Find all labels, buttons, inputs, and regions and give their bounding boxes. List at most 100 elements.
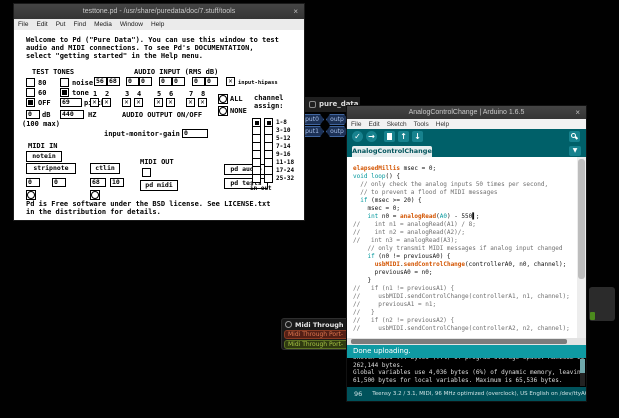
velocity-numbox[interactable]: 0 [52,178,66,187]
db-numbox[interactable]: 0 [26,110,40,119]
menu-media[interactable]: Media [94,21,112,28]
toggle-noise[interactable] [60,78,69,87]
audio-out-toggle-2[interactable]: ✕ [102,98,111,107]
pitch-numbox[interactable]: 69 [60,98,82,107]
console-line: 61,500 bytes for local variables. Maximu… [353,377,586,385]
channel-radio-cell[interactable] [265,151,272,159]
menu-tools[interactable]: Tools [414,121,429,128]
channel-radio-cell[interactable] [253,143,260,151]
toggle-tone[interactable] [60,88,69,97]
scrollbar-thumb[interactable] [578,159,585,279]
audio-out-toggle-6[interactable]: ✕ [166,98,175,107]
ctlin-object[interactable]: ctlin [90,163,120,174]
meter-in-1[interactable]: 56 [94,77,107,86]
ctl-value-numbox[interactable]: 68 [90,178,106,187]
channel-in-radio[interactable] [252,118,261,183]
channel-radio-cell[interactable] [253,151,260,159]
input-hipass-toggle[interactable]: ✕ [226,77,235,86]
meter-in-2[interactable]: 68 [107,77,120,86]
menu-window[interactable]: Window [120,21,143,28]
audio-out-toggle-7[interactable]: ✕ [186,98,195,107]
note-bang[interactable] [26,190,36,200]
channel-radio-cell[interactable] [253,119,260,127]
meter-in-6[interactable]: 0 [172,77,185,86]
audio-out-toggle-5[interactable]: ✕ [154,98,163,107]
tab-analogcontrolchange[interactable]: AnalogControlChange [352,146,432,157]
channel-radio-cell[interactable] [265,119,272,127]
audio-out-toggle-8[interactable]: ✕ [198,98,207,107]
audio-out-toggle-1[interactable]: ✕ [90,98,99,107]
menu-sketch[interactable]: Sketch [387,121,407,128]
toggle-60[interactable] [26,88,35,97]
input-monitor-gain-numbox[interactable]: 0 [182,129,208,138]
pd-menu-bar: File Edit Put Find Media Window Help [14,19,304,30]
scrollbar-thumb[interactable] [351,339,567,344]
open-button[interactable]: ↑ [398,131,409,142]
editor-horizontal-scrollbar[interactable] [347,338,586,345]
scrollbar-thumb[interactable] [580,359,585,373]
midi-through-node[interactable]: Midi Through Midi Through Port- Midi Thr… [281,318,351,350]
all-bang[interactable] [218,94,228,104]
midi-through-port-2[interactable]: Midi Through Port- [284,340,351,349]
ctl-bang[interactable] [90,190,100,200]
meter-in-8[interactable]: 0 [205,77,218,86]
meter-in-5[interactable]: 0 [159,77,172,86]
tab-menu-button[interactable]: ▼ [569,146,581,156]
channel-radio-cell[interactable] [265,127,272,135]
channel-radio-cell[interactable] [253,175,260,183]
channel-radio-cell[interactable] [265,175,272,183]
close-icon[interactable]: × [575,109,580,117]
menu-find[interactable]: Find [73,21,86,28]
channel-radio-cell[interactable] [253,135,260,143]
audio-out-toggle-4[interactable]: ✕ [134,98,143,107]
channel-radio-cell[interactable] [253,159,260,167]
meter-in-4[interactable]: 0 [139,77,152,86]
pd-midi-object[interactable]: pd midi [140,180,178,191]
channel-out-radio[interactable] [264,118,273,183]
magnifier-handle-icon [575,136,578,139]
menu-edit[interactable]: Edit [36,21,47,28]
pd-title-bar[interactable]: testtone.pd - /usr/share/puredata/doc/7.… [14,4,304,19]
console-output[interactable]: Sketch uses ... bytes (..%) of program s… [347,358,586,387]
arduino-title-bar[interactable]: AnalogControlChange | Arduino 1.6.5 × [347,106,586,119]
menu-file[interactable]: File [18,21,28,28]
verify-button[interactable]: ✓ [352,131,363,142]
hz-numbox[interactable]: 440 [60,110,84,119]
menu-edit[interactable]: Edit [368,121,379,128]
toggle-80[interactable] [26,78,35,87]
audio-out-toggle-3[interactable]: ✕ [122,98,131,107]
menu-put[interactable]: Put [56,21,66,28]
channel-radio-cell[interactable] [253,167,260,175]
patchbay-port-output0[interactable]: outp [326,114,348,125]
upload-button[interactable]: → [366,131,377,142]
code-editor[interactable]: elapsedMillis msec = 0; void loop() { //… [347,157,586,338]
channel-radio-cell[interactable] [265,159,272,167]
meter-in-7[interactable]: 0 [192,77,205,86]
midi-through-port-1[interactable]: Midi Through Port- [284,330,351,339]
menu-help[interactable]: Help [436,121,449,128]
close-icon[interactable]: × [293,8,298,16]
patchbay-port-output1[interactable]: outp [326,126,348,137]
none-bang[interactable] [218,106,228,116]
channel-radio-cell[interactable] [253,127,260,135]
channel-radio-cell[interactable] [265,135,272,143]
midi-out-toggle[interactable] [142,168,151,177]
channel-radio-cell[interactable] [265,167,272,175]
toggle-off[interactable] [26,98,35,107]
menu-file[interactable]: File [351,121,361,128]
console-scrollbar[interactable] [580,359,585,386]
pd-audio-object[interactable]: pd audio [224,164,268,175]
channel-radio-cell[interactable] [265,143,272,151]
pd-canvas[interactable]: Welcome to Pd ("Pure Data"). You can use… [14,30,304,220]
editor-vertical-scrollbar[interactable] [577,157,586,338]
note-numbox[interactable]: 0 [26,178,40,187]
serial-monitor-button[interactable] [569,131,580,142]
new-sketch-button[interactable] [384,131,395,142]
patchbay-node-fragment[interactable] [589,287,615,321]
stripnote-object[interactable]: stripnote [26,163,76,174]
meter-in-3[interactable]: 0 [126,77,139,86]
notein-object[interactable]: notein [26,151,62,162]
save-button[interactable]: ↓ [412,131,423,142]
ctl-num-numbox[interactable]: 10 [110,178,124,187]
menu-help[interactable]: Help [151,21,164,28]
